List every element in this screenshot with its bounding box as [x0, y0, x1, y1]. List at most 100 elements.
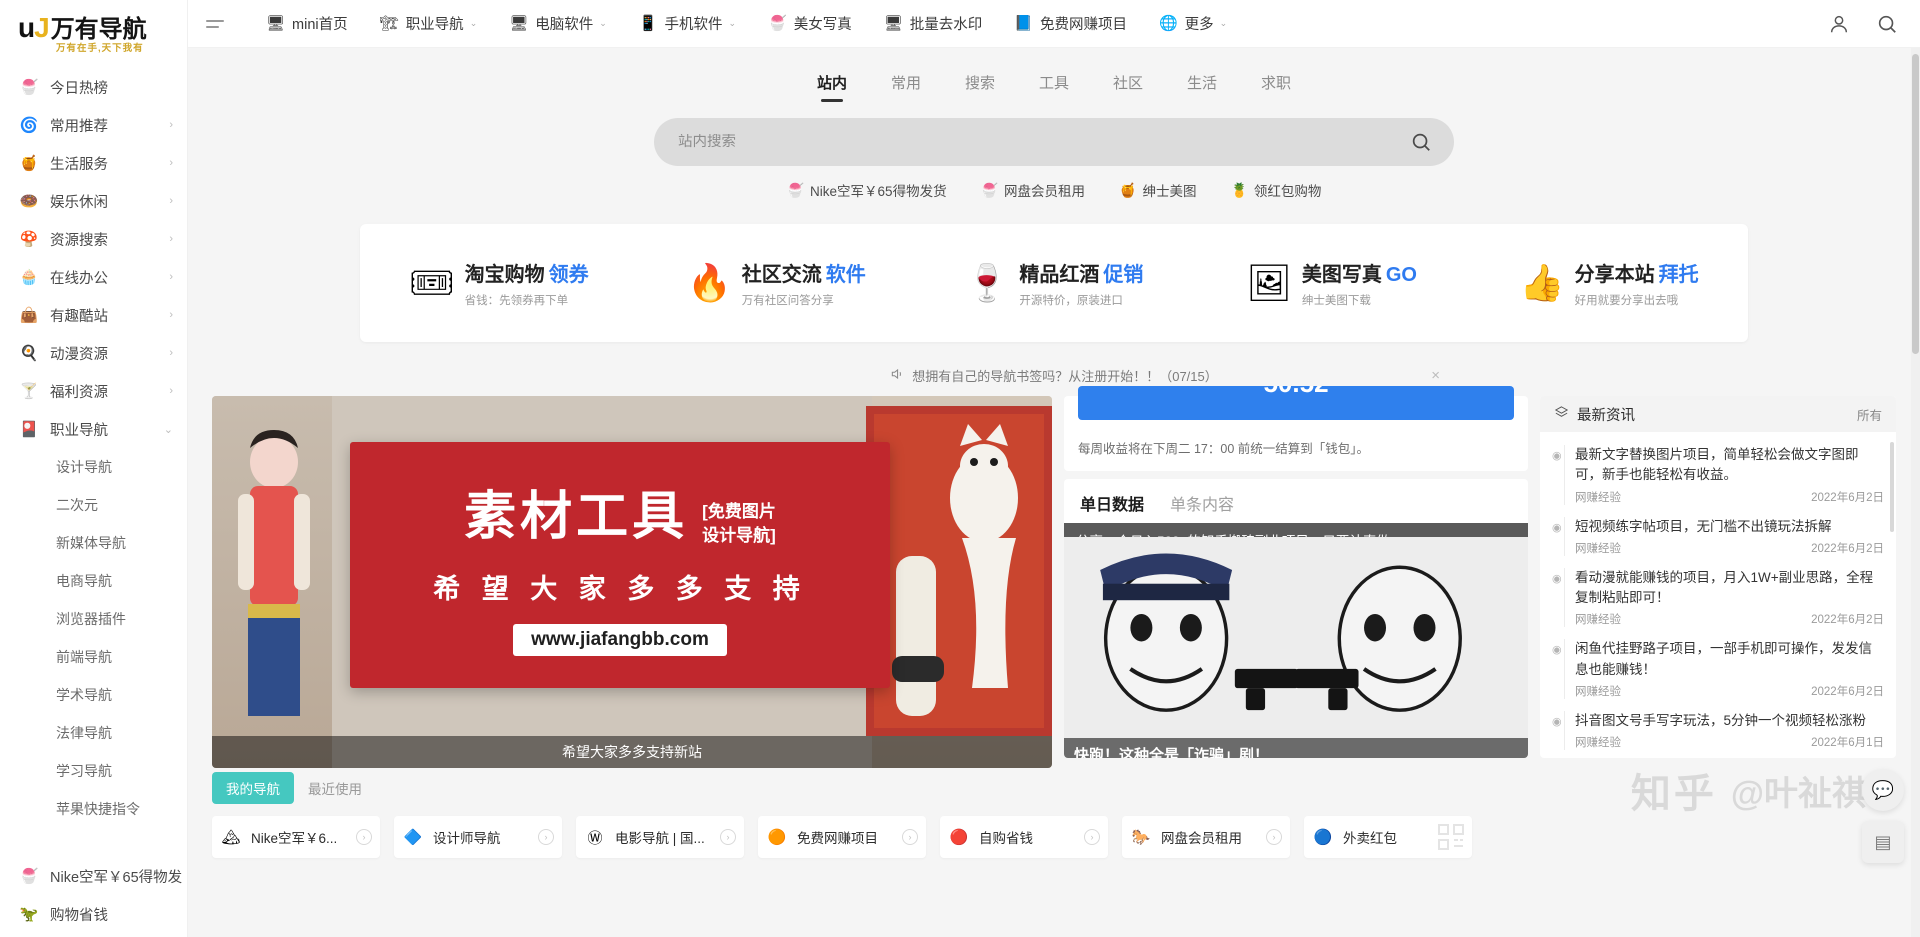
tab-single-content[interactable]: 单条内容	[1170, 491, 1234, 515]
bookmark-card-movie-nav[interactable]: Ⓦ 电影导航 | 国... ›	[576, 816, 744, 858]
tab-my-nav[interactable]: 我的导航	[212, 772, 294, 804]
tab-common[interactable]: 常用	[869, 72, 943, 102]
promo-desc: 万有社区问答分享	[741, 295, 834, 307]
tab-search[interactable]: 搜索	[943, 72, 1017, 102]
topnav-item-pc-software[interactable]: 🖥 电脑软件 ⌄	[493, 0, 623, 48]
chevron-right-icon[interactable]: ›	[902, 829, 918, 845]
topnav-item-beauty-photos[interactable]: 🍧 美女写真	[752, 0, 868, 48]
topnav-item-mobile-software[interactable]: 📱 手机软件 ⌄	[623, 0, 752, 48]
sidebar-item-label: 有趣酷站	[50, 308, 108, 325]
sidebar-subitem-apple-shortcuts[interactable]: 苹果快捷指令	[0, 790, 187, 828]
close-icon[interactable]: ×	[1431, 367, 1440, 384]
sidebar-item-today-hot[interactable]: 🍧 今日热榜	[0, 68, 187, 106]
sidebar-item-anime-resource[interactable]: 🍳 动漫资源 ›	[0, 334, 187, 372]
search-icon[interactable]	[1876, 13, 1898, 35]
promo-item-community[interactable]: 🔥 社区交流 软件 万有社区问答分享	[638, 258, 916, 308]
sidebar-item-resource-search[interactable]: 🍄 资源搜索 ›	[0, 220, 187, 258]
sidebar-item-label: 福利资源	[50, 384, 108, 401]
promo-item-wine[interactable]: 🍷 精品红酒 促销 开源特价，原装进口	[915, 258, 1193, 308]
tab-onsite[interactable]: 站内	[795, 72, 869, 102]
chevron-right-icon[interactable]: ›	[1084, 829, 1100, 845]
promo-item-photos[interactable]: 🖼 美图写真 GO 绅士美图下载	[1193, 258, 1471, 308]
sidebar-subitem-design-nav[interactable]: 设计导航	[0, 448, 187, 486]
top-navigation: 🖥 mini首页 🏗 职业导航 ⌄ 🖥 电脑软件 ⌄ 📱 手机软件 ⌄ 🍧 美女…	[250, 0, 1828, 48]
news-item[interactable]: ◉ 抖音图文号手写字玩法，5分钟一个视频轻松涨粉 网赚经验 2022年6月1日	[1552, 706, 1884, 757]
user-icon[interactable]	[1828, 13, 1850, 35]
tab-jobs[interactable]: 求职	[1239, 72, 1313, 102]
sidebar-subitem-frontend-nav[interactable]: 前端导航	[0, 638, 187, 676]
sidebar-item-fun-sites[interactable]: 👜 有趣酷站 ›	[0, 296, 187, 334]
tab-recent-used[interactable]: 最近使用	[294, 772, 376, 804]
topnav-item-mini-home[interactable]: 🖥 mini首页	[250, 0, 364, 48]
sidebar-item-label: 购物省钱	[50, 907, 108, 924]
sidebar-item-nike-promo[interactable]: 🍧 Nike空军￥65得物发	[0, 857, 187, 895]
page-scrollbar[interactable]	[1911, 48, 1920, 937]
news-item-category: 网赚经验	[1575, 491, 1621, 504]
hot-link-redpacket-shopping[interactable]: 🍍 领红包购物	[1230, 180, 1321, 200]
sidebar-subitem-legal-nav[interactable]: 法律导航	[0, 714, 187, 752]
news-item[interactable]: ◉ 短视频练字帖项目，无门槛不出镜玩法拆解 网赚经验 2022年6月2日	[1552, 512, 1884, 563]
news-item[interactable]: ◉ 看动漫就能赚钱的项目，月入1W+副业思路，全程复制粘贴即可！ 网赚经验 20…	[1552, 563, 1884, 635]
chevron-down-icon: ⌄	[163, 423, 173, 436]
search-input[interactable]	[678, 134, 1408, 150]
sidebar-subitem-study-nav[interactable]: 学习导航	[0, 752, 187, 790]
news-scrollbar[interactable]	[1890, 442, 1894, 532]
banner-figure-right	[866, 406, 1052, 736]
logo[interactable]: u J 万有导航 万有在手,天下我有	[0, 0, 187, 62]
circle-orange-icon: 🟠	[767, 829, 787, 846]
news-item-category: 网赚经验	[1575, 685, 1621, 698]
promo-item-taobao[interactable]: 🎟 淘宝购物 领券 省钱：先领券再下单	[360, 258, 638, 308]
chevron-right-icon[interactable]: ›	[538, 829, 554, 845]
hot-link-netdisk-rent[interactable]: 🍧 网盘会员租用	[981, 180, 1085, 200]
sidebar-subitem-acg[interactable]: 二次元	[0, 486, 187, 524]
chevron-right-icon[interactable]: ›	[720, 829, 736, 845]
chevron-right-icon: ›	[169, 157, 173, 169]
tab-tools[interactable]: 工具	[1017, 72, 1091, 102]
promo-banner[interactable]: 素材工具 [免费图片 设计导航] 希 望 大 家 多 多 支 持 www.jia…	[212, 396, 1052, 768]
topnav-item-free-money-projects[interactable]: 📘 免费网赚项目	[998, 0, 1143, 48]
bookmark-card-designer-nav[interactable]: 🔷 设计师导航 ›	[394, 816, 562, 858]
bookmark-card-free-projects[interactable]: 🟠 免费网赚项目 ›	[758, 816, 926, 858]
chat-bubble-icon[interactable]: 💬	[1862, 769, 1904, 811]
sidebar-item-online-office[interactable]: 🧁 在线办公 ›	[0, 258, 187, 296]
search-submit-icon[interactable]	[1408, 129, 1434, 155]
topnav-item-career-nav[interactable]: 🏗 职业导航 ⌄	[364, 0, 494, 48]
hot-link-nike[interactable]: 🍧 Nike空军￥65得物发货	[787, 180, 947, 200]
hot-link-gentleman-photos[interactable]: 🍯 绅士美图	[1119, 180, 1196, 200]
bookmark-card-netdisk-rent[interactable]: 🐎 网盘会员租用 ›	[1122, 816, 1290, 858]
bookmark-card-nike[interactable]: 🏔 Nike空军￥6... ›	[212, 816, 380, 858]
news-item[interactable]: ◉ 闲鱼代挂野路子项目，一部手机即可操作，发发信息也能赚钱！ 网赚经验 2022…	[1552, 634, 1884, 706]
qrcode-icon[interactable]	[1438, 824, 1464, 850]
sidebar-subitem-browser-plugin[interactable]: 浏览器插件	[0, 600, 187, 638]
hamburger-icon[interactable]	[202, 10, 230, 38]
sidebar-item-entertainment[interactable]: 🍩 娱乐休闲 ›	[0, 182, 187, 220]
promo-item-share[interactable]: 👍 分享本站 拜托 好用就要分享出去哦	[1470, 258, 1748, 308]
sidebar-subitem-academic-nav[interactable]: 学术导航	[0, 676, 187, 714]
sidebar-subitem-ecommerce-nav[interactable]: 电商导航	[0, 562, 187, 600]
bookmark-card-self-buy-save[interactable]: 🔴 自购省钱 ›	[940, 816, 1108, 858]
topnav-item-more[interactable]: 🌐 更多 ⌄	[1143, 0, 1243, 48]
speaker-icon	[890, 367, 904, 384]
chevron-right-icon: ›	[169, 195, 173, 207]
sidebar-item-career-nav[interactable]: 🎴 职业导航 ⌄	[0, 410, 187, 448]
bookmark-card-takeout-redpacket[interactable]: 🔵 外卖红包	[1304, 816, 1472, 858]
qrcode-icon[interactable]: ▤	[1862, 821, 1904, 863]
topnav-item-batch-watermark[interactable]: 🖥 批量去水印	[868, 0, 999, 48]
content-strip[interactable]: 分享一个日入500+的知乎搬砖副业项目，只要认真做...	[1064, 523, 1528, 537]
floating-actions: 💬 ▤	[1862, 769, 1904, 863]
chevron-right-icon[interactable]: ›	[1266, 829, 1282, 845]
sidebar-subitem-new-media-nav[interactable]: 新媒体导航	[0, 524, 187, 562]
search-box[interactable]	[654, 118, 1454, 166]
chevron-right-icon[interactable]: ›	[356, 829, 372, 845]
news-item[interactable]: ◉ 最新文字替换图片项目，简单轻松会做文字图即可，新手也能轻松有收益。 网赚经验…	[1552, 440, 1884, 512]
sidebar-item-common-recommend[interactable]: 🌀 常用推荐 ›	[0, 106, 187, 144]
sidebar-item-shopping-save[interactable]: 🦖 购物省钱	[0, 895, 187, 933]
topnav-item-label: 美女写真	[793, 17, 852, 33]
tab-life[interactable]: 生活	[1165, 72, 1239, 102]
tab-community[interactable]: 社区	[1091, 72, 1165, 102]
news-all-link[interactable]: 所有	[1857, 405, 1882, 424]
sidebar-item-life-service[interactable]: 🍯 生活服务 ›	[0, 144, 187, 182]
sidebar-item-welfare-resource[interactable]: 🍸 福利资源 ›	[0, 372, 187, 410]
tab-daily-data[interactable]: 单日数据	[1080, 491, 1144, 515]
topbar-actions	[1828, 13, 1898, 35]
